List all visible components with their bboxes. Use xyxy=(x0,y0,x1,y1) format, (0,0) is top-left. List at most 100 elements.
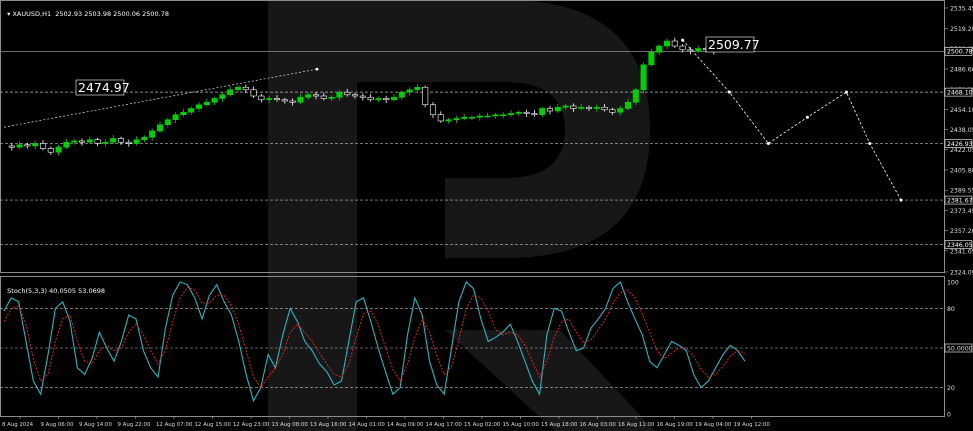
candle-body xyxy=(203,101,210,106)
candle-body xyxy=(32,143,39,147)
candle-body xyxy=(359,95,366,98)
candle-body xyxy=(422,86,429,106)
candle-body xyxy=(601,106,608,111)
candle-body xyxy=(63,141,70,148)
candle-body xyxy=(695,48,702,52)
candle-body xyxy=(663,40,671,47)
candle-body xyxy=(554,106,561,112)
candle-body xyxy=(297,96,304,103)
time-label: 8 Aug 2024 xyxy=(2,422,34,428)
candle-body xyxy=(461,116,468,119)
candle-body xyxy=(39,143,47,149)
time-label: 9 Aug 14:00 xyxy=(79,422,112,428)
candle-body xyxy=(156,124,164,132)
candle-body xyxy=(344,91,351,96)
candle-body xyxy=(258,95,265,101)
candle-body xyxy=(16,144,23,148)
candle-body xyxy=(242,86,249,91)
candle-body xyxy=(500,114,507,117)
price-tick-label: 2373.45 xyxy=(950,208,973,215)
candle-body xyxy=(679,45,686,51)
level-label: 2500.78 xyxy=(947,49,973,56)
candle-body xyxy=(562,105,569,108)
candle-body xyxy=(266,98,273,101)
forecast-point xyxy=(899,198,903,202)
candle-body xyxy=(648,51,655,66)
price-tick-label: 2535.45 xyxy=(950,6,973,13)
trading-chart[interactable]: 2535.452519.202502.952486.602470.352454.… xyxy=(0,0,973,431)
price-tick-label: 2357.20 xyxy=(950,228,973,235)
time-label: 19 Aug 12:00 xyxy=(734,422,771,428)
candle-body xyxy=(609,109,616,113)
candle-body xyxy=(219,94,226,99)
candle-body xyxy=(336,91,343,98)
price-tick-label: 2389.55 xyxy=(950,188,973,195)
candle-body xyxy=(593,106,600,109)
candle-body xyxy=(227,89,234,96)
candle-body xyxy=(305,94,312,98)
price-tick-label: 2519.20 xyxy=(950,26,973,33)
candle-body xyxy=(539,108,546,116)
candle-body xyxy=(133,139,140,144)
candle-body xyxy=(351,94,359,97)
price-tick-label: 2454.10 xyxy=(950,107,973,114)
candle-body xyxy=(445,119,452,122)
candle-body xyxy=(55,146,62,153)
candle-body xyxy=(585,106,593,109)
candle-body xyxy=(86,139,93,143)
forecast-point xyxy=(844,90,848,94)
price-tick-label: 2438.05 xyxy=(950,127,973,134)
forecast-point xyxy=(727,90,731,94)
candle-body xyxy=(367,96,374,101)
time-label: 12 Aug 07:00 xyxy=(156,422,193,428)
candle-body xyxy=(8,145,15,148)
annotation-right: 2509.77 xyxy=(705,36,760,53)
candle-body xyxy=(102,141,109,144)
candle-body xyxy=(273,98,281,101)
candle-body xyxy=(671,40,678,47)
time-label: 16 Aug 19:00 xyxy=(657,422,694,428)
level-label: 2426.93 xyxy=(947,141,973,148)
candle-body xyxy=(429,104,437,116)
time-label: 14 Aug 17:00 xyxy=(426,422,463,428)
price-tick-label: 2486.60 xyxy=(950,67,973,74)
time-label: 13 Aug 08:00 xyxy=(272,422,309,428)
candle-body xyxy=(312,94,320,97)
candle-body xyxy=(328,96,335,99)
candle-body xyxy=(492,114,499,117)
candle-body xyxy=(468,116,476,119)
annotation-left-text: 2474.97 xyxy=(78,80,130,95)
price-tick-label: 2422.05 xyxy=(950,147,973,154)
candle-body xyxy=(110,138,117,143)
forecast-point xyxy=(766,142,770,146)
candle-body xyxy=(117,138,125,143)
candle-body xyxy=(125,141,132,144)
candle-body xyxy=(578,106,585,109)
time-label: 15 Aug 02:00 xyxy=(464,422,501,428)
candle-body xyxy=(546,108,554,112)
forecast-point xyxy=(868,142,872,146)
candle-body xyxy=(390,96,398,101)
time-label: 15 Aug 18:00 xyxy=(541,422,578,428)
time-label: 14 Aug 09:00 xyxy=(387,422,424,428)
level-label: 2468.10 xyxy=(947,90,973,97)
candle-body xyxy=(71,140,78,143)
candle-body xyxy=(289,100,296,103)
candle-body xyxy=(320,95,327,99)
price-tick-label: 2405.80 xyxy=(950,167,973,174)
candle-body xyxy=(141,136,148,141)
candle-body xyxy=(47,148,54,153)
level-label: 2381.67 xyxy=(947,197,973,204)
candle-body xyxy=(640,64,647,91)
candle-body xyxy=(375,98,382,101)
time-label: 9 Aug 06:00 xyxy=(41,422,74,428)
trendline-end-point xyxy=(315,67,319,71)
time-label: 13 Aug 16:00 xyxy=(310,422,347,428)
candle-body xyxy=(250,89,257,97)
candle-body xyxy=(570,105,577,109)
time-label: 19 Aug 04:00 xyxy=(695,422,732,428)
symbol-label: XAUUSD,H1 xyxy=(12,10,52,18)
candle-body xyxy=(656,45,663,53)
candle-body xyxy=(398,91,405,98)
candle-body xyxy=(414,86,421,91)
